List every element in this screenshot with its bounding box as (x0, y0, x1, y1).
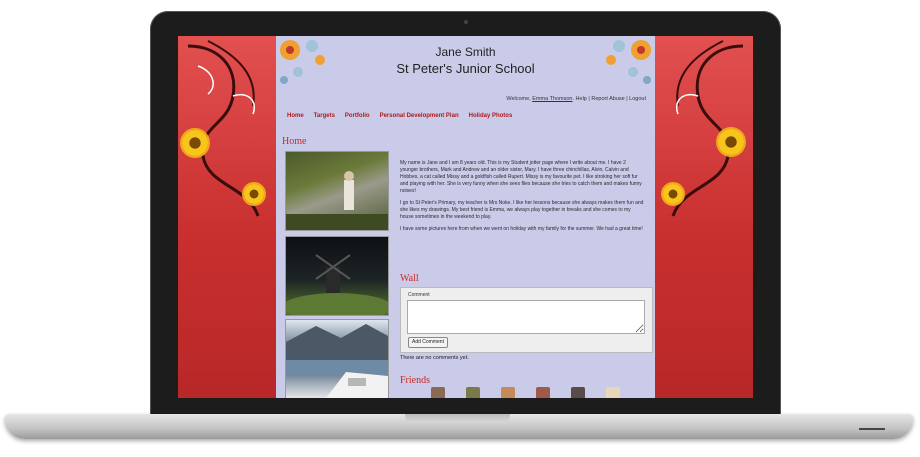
photo-figure (286, 171, 388, 230)
comment-label: Comment (408, 292, 430, 298)
photo-windmill (286, 254, 388, 315)
flower-decoration-icon (718, 129, 744, 155)
camera-icon (464, 20, 468, 24)
friends-heading: Friends (400, 375, 430, 386)
nav-home[interactable]: Home (287, 113, 304, 119)
friend-avatar[interactable] (466, 387, 480, 398)
flower-decoration-icon (663, 184, 683, 204)
holiday-photo[interactable] (285, 236, 389, 316)
nav-personal-development-plan[interactable]: Personal Development Plan (380, 113, 459, 119)
intro-text: My name is Jane and I am 8 years old. Th… (400, 160, 645, 238)
left-decorative-panel (178, 36, 276, 398)
nav-portfolio[interactable]: Portfolio (345, 113, 370, 119)
wall-heading: Wall (400, 273, 419, 284)
intro-paragraph: My name is Jane and I am 8 years old. Th… (400, 160, 642, 194)
nav-holiday-photos[interactable]: Holiday Photos (469, 113, 513, 119)
student-name: Jane Smith (435, 45, 496, 59)
student-jotter-page: Jane Smith St Peter's Junior School Welc… (276, 36, 655, 398)
friend-avatar[interactable] (431, 387, 445, 398)
home-heading: Home (282, 136, 307, 147)
photo-fjord (286, 324, 388, 398)
holiday-photo[interactable] (285, 151, 389, 231)
account-links[interactable]: . Help | Report Abuse | Logout (573, 96, 647, 102)
school-name: St Peter's Junior School (396, 61, 535, 76)
power-indicator-icon (859, 428, 885, 430)
main-nav: Home Targets Portfolio Personal Developm… (287, 113, 512, 119)
laptop-screen: Jane Smith St Peter's Junior School Welc… (178, 36, 753, 398)
welcome-prefix: Welcome, (506, 96, 531, 102)
flower-decoration-icon (182, 130, 208, 156)
no-comments-text: There are no comments yet. (400, 355, 469, 361)
top-links: Welcome, Emma Thomson. Help | Report Abu… (506, 96, 646, 102)
comment-form: Comment Add Comment (400, 287, 653, 353)
add-comment-button[interactable]: Add Comment (408, 337, 448, 348)
user-link[interactable]: Emma Thomson (532, 96, 572, 102)
nav-targets[interactable]: Targets (314, 113, 335, 119)
holiday-photo[interactable] (285, 319, 389, 398)
intro-paragraph: I have some pictures here from when we w… (400, 226, 643, 232)
friend-avatar[interactable] (606, 387, 620, 398)
intro-paragraph: I go to St Peter's Primary, my teacher i… (400, 200, 644, 220)
friend-avatar[interactable] (501, 387, 515, 398)
laptop-notch (405, 414, 510, 423)
friend-avatar[interactable] (571, 387, 585, 398)
flower-decoration-icon (244, 184, 264, 204)
right-decorative-panel (655, 36, 753, 398)
comment-input[interactable] (407, 300, 645, 334)
friend-avatar[interactable] (536, 387, 550, 398)
